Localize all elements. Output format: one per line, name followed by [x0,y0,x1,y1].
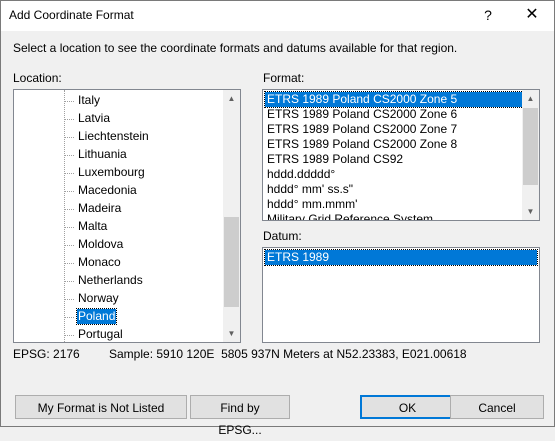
format-list-item[interactable]: ETRS 1989 Poland CS2000 Zone 5 [264,91,526,108]
tree-item[interactable]: Lithuania [14,146,222,164]
tree-item[interactable]: Latvia [14,110,222,128]
sample-text: Sample: 5910 120E 5805 937N Meters at N5… [109,347,467,361]
my-format-not-listed-button[interactable]: My Format is Not Listed [15,395,187,419]
format-list-item[interactable]: hddd.ddddd° [265,167,525,182]
tree-item[interactable]: Italy [14,92,222,110]
format-list-item[interactable]: hddd° mm' ss.s" [265,182,525,197]
format-label: Format: [263,71,305,85]
format-list-item[interactable]: Military Grid Reference System [265,212,525,220]
tree-item-label: Norway [78,291,119,305]
tree-item-label: Madeira [78,201,122,215]
location-scrollbar[interactable]: ▲ ▼ [223,90,240,342]
tree-item-label: Latvia [78,111,111,125]
tree-connector [65,245,74,246]
title-bar: Add Coordinate Format ? ✕ [1,1,554,31]
scroll-down-icon[interactable]: ▼ [223,325,240,342]
tree-connector [65,101,74,102]
tree-item-label: Malta [78,219,108,233]
tree-connector [65,335,74,336]
format-list-item[interactable]: hddd° mm.mmm' [265,197,525,212]
find-by-epsg-button[interactable]: Find by EPSG... [190,395,290,437]
tree-item[interactable]: Monaco [14,254,222,272]
window-title: Add Coordinate Format [9,8,134,22]
tree-item[interactable]: Madeira [14,200,222,218]
close-icon[interactable]: ✕ [521,5,543,25]
instruction-text: Select a location to see the coordinate … [13,41,458,55]
tree-connector [65,137,74,138]
datum-list[interactable]: ETRS 1989 [262,247,540,343]
tree-item-label: Italy [78,93,101,107]
tree-item-label: Monaco [78,255,121,269]
tree-item[interactable]: Macedonia [14,182,222,200]
tree-item-label: Poland [75,308,118,325]
cancel-button[interactable]: Cancel [450,395,544,419]
tree-connector [65,227,74,228]
tree-item-label: Moldova [78,237,124,251]
location-tree[interactable]: Italy Latvia Liechtenstein Lithuania Luxembo… [13,89,241,343]
format-list-item[interactable]: ETRS 1989 Poland CS2000 Zone 6 [265,107,525,122]
epsg-code: EPSG: 2176 [13,347,80,361]
format-list[interactable]: ETRS 1989 Poland CS2000 Zone 5 ETRS 1989 … [262,89,540,221]
tree-item[interactable]: Netherlands [14,272,222,290]
tree-connector [65,173,74,174]
tree-item[interactable]: Moldova [14,236,222,254]
tree-item-label: Liechtenstein [78,129,149,143]
scroll-thumb[interactable] [224,217,239,307]
format-list-item[interactable]: ETRS 1989 Poland CS2000 Zone 7 [265,122,525,137]
tree-item-label: Netherlands [78,273,143,287]
format-scrollbar[interactable]: ▲ ▼ [522,90,539,220]
tree-connector [65,155,74,156]
tree-item-label: Lithuania [78,147,127,161]
datum-label: Datum: [263,229,302,243]
datum-list-item[interactable]: ETRS 1989 [264,249,538,266]
tree-item[interactable]: Luxembourg [14,164,222,182]
tree-connector [65,263,74,264]
tree-item-label: Luxembourg [78,165,145,179]
format-list-item[interactable]: ETRS 1989 Poland CS2000 Zone 8 [265,137,525,152]
ok-button[interactable]: OK [360,395,455,419]
scroll-up-icon[interactable]: ▲ [223,90,240,107]
tree-connector [65,209,74,210]
format-list-item[interactable]: ETRS 1989 Poland CS92 [265,152,525,167]
tree-item-label: Portugal [78,327,123,341]
tree-item[interactable]: Malta [14,218,222,236]
scroll-thumb[interactable] [523,108,538,185]
tree-item[interactable]: Liechtenstein [14,128,222,146]
scroll-down-icon[interactable]: ▼ [522,203,539,220]
tree-item[interactable]: Norway [14,290,222,308]
tree-connector [65,317,74,318]
tree-connector [65,119,74,120]
tree-connector [65,191,74,192]
location-label: Location: [13,71,62,85]
add-coordinate-format-dialog: Add Coordinate Format ? ✕ Select a locat… [0,0,555,437]
tree-connector [65,299,74,300]
tree-item[interactable]: Poland [14,308,222,326]
help-icon[interactable]: ? [477,5,499,25]
tree-connector [65,281,74,282]
scroll-up-icon[interactable]: ▲ [522,90,539,107]
tree-item[interactable]: Portugal [14,326,222,342]
tree-item-label: Macedonia [78,183,137,197]
